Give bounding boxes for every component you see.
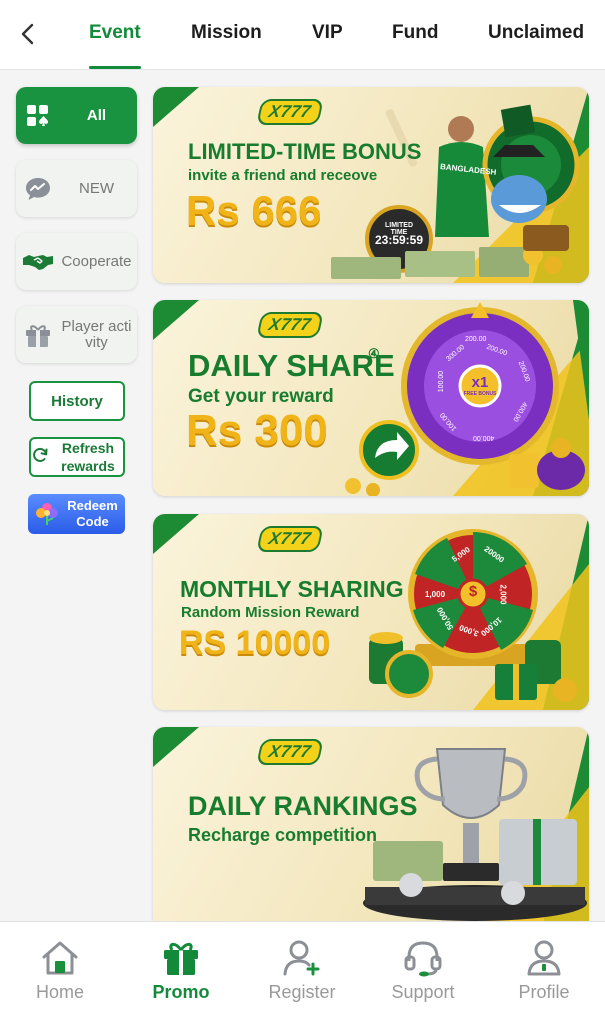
wheel-value: 100.00 (438, 370, 446, 393)
banner-subtitle: Get your reward (188, 386, 334, 407)
nav-home[interactable]: Home (10, 938, 110, 1008)
nav-profile[interactable]: Profile (494, 938, 594, 1008)
bottom-navigation: Home Promo Register Support Profile (0, 921, 605, 1024)
promo-banner-monthly-sharing[interactable]: X777 MONTHLY SHARING Random Mission Rewa… (153, 514, 589, 710)
gift-icon (161, 938, 201, 978)
wheel-value: 400.00 (473, 434, 495, 441)
title-mark: ④ (368, 346, 380, 361)
nav-profile-label: Profile (518, 982, 570, 1002)
chat-trend-icon (16, 176, 60, 202)
back-arrow-icon[interactable] (14, 20, 40, 48)
category-player-activity-button[interactable]: Player activity (16, 306, 137, 363)
x777-logo: X777 (256, 99, 324, 125)
nav-register[interactable]: Register (252, 938, 352, 1008)
category-cooperate-button[interactable]: Cooperate (16, 233, 137, 290)
wheel-value: 2,000 (498, 584, 508, 605)
nav-support[interactable]: Support (373, 938, 473, 1008)
gift-box-icon (16, 322, 60, 348)
banner-amount: RS 10000 (179, 624, 331, 662)
category-cooperate-label: Cooperate (61, 252, 132, 270)
wheel-value: 200.00 (465, 336, 487, 343)
promo-banner-daily-share[interactable]: X777 DAILY SHARE ④ Get your reward Rs 30… (153, 300, 589, 496)
banner-subtitle: Recharge competition (188, 825, 378, 845)
category-new-button[interactable]: NEW (16, 160, 137, 217)
nav-register-label: Register (268, 982, 336, 1002)
user-add-icon (282, 938, 322, 978)
headset-icon (403, 938, 443, 978)
flower-icon (34, 500, 60, 529)
top-tab-bar: Event Mission VIP Fund Unclaimed (0, 0, 605, 70)
category-player-activity-label: Player activity (61, 317, 132, 351)
tab-unclaimed[interactable]: Unclaimed (488, 22, 584, 44)
active-tab-indicator (89, 66, 141, 69)
home-icon (40, 938, 80, 978)
banner-subtitle: Random Mission Reward (181, 604, 360, 621)
category-all-button[interactable]: All (16, 87, 137, 144)
banner-background-art (153, 87, 589, 283)
x777-logo: X777 (256, 739, 324, 765)
tab-mission[interactable]: Mission (191, 22, 262, 44)
category-all-label: All (86, 106, 107, 124)
banner-amount: Rs 300 (186, 406, 328, 455)
handshake-icon (16, 251, 60, 273)
nav-promo-label: Promo (152, 982, 210, 1002)
banner-subtitle: invite a friend and receove (188, 167, 378, 184)
x777-logo: X777 (256, 526, 324, 552)
wheel-center-label: x1 (471, 374, 489, 391)
banner-amount: Rs 666 (186, 187, 322, 234)
nav-support-label: Support (391, 982, 455, 1002)
grid-spade-icon (16, 104, 60, 128)
refresh-rewards-label: Refresh rewards (61, 440, 115, 474)
history-button[interactable]: History (29, 381, 125, 421)
banner-title: DAILY SHARE (188, 348, 395, 383)
refresh-rewards-button[interactable]: Refresh rewards (29, 437, 125, 477)
redeem-code-label: Redeem Code (67, 498, 118, 529)
tab-event[interactable]: Event (89, 22, 141, 44)
timer-value: 23:59:59 (374, 233, 424, 247)
wheel-value: 1,000 (425, 590, 446, 599)
banner-background-art (153, 727, 589, 921)
redeem-code-button[interactable]: Redeem Code (28, 494, 125, 534)
banner-title: DAILY RANKINGS (188, 791, 418, 821)
wheel-center-sublabel: FREE BONUS (463, 391, 497, 397)
nav-promo[interactable]: Promo (131, 938, 231, 1008)
wheel-center-label: $ (468, 583, 478, 600)
x777-logo: X777 (256, 312, 324, 338)
nav-home-label: Home (35, 982, 84, 1002)
category-new-label: NEW (79, 179, 114, 197)
banner-title: MONTHLY SHARING (180, 576, 404, 602)
tab-fund[interactable]: Fund (392, 22, 438, 44)
tab-vip[interactable]: VIP (312, 22, 343, 44)
refresh-icon (31, 446, 49, 468)
profile-icon (524, 938, 564, 978)
promo-banner-daily-rankings[interactable]: X777 DAILY RANKINGS Recharge competition (153, 727, 589, 921)
banner-title: LIMITED-TIME BONUS (188, 139, 422, 164)
promo-banner-limited-time-bonus[interactable]: X777 LIMITED-TIME BONUS invite a friend … (153, 87, 589, 283)
